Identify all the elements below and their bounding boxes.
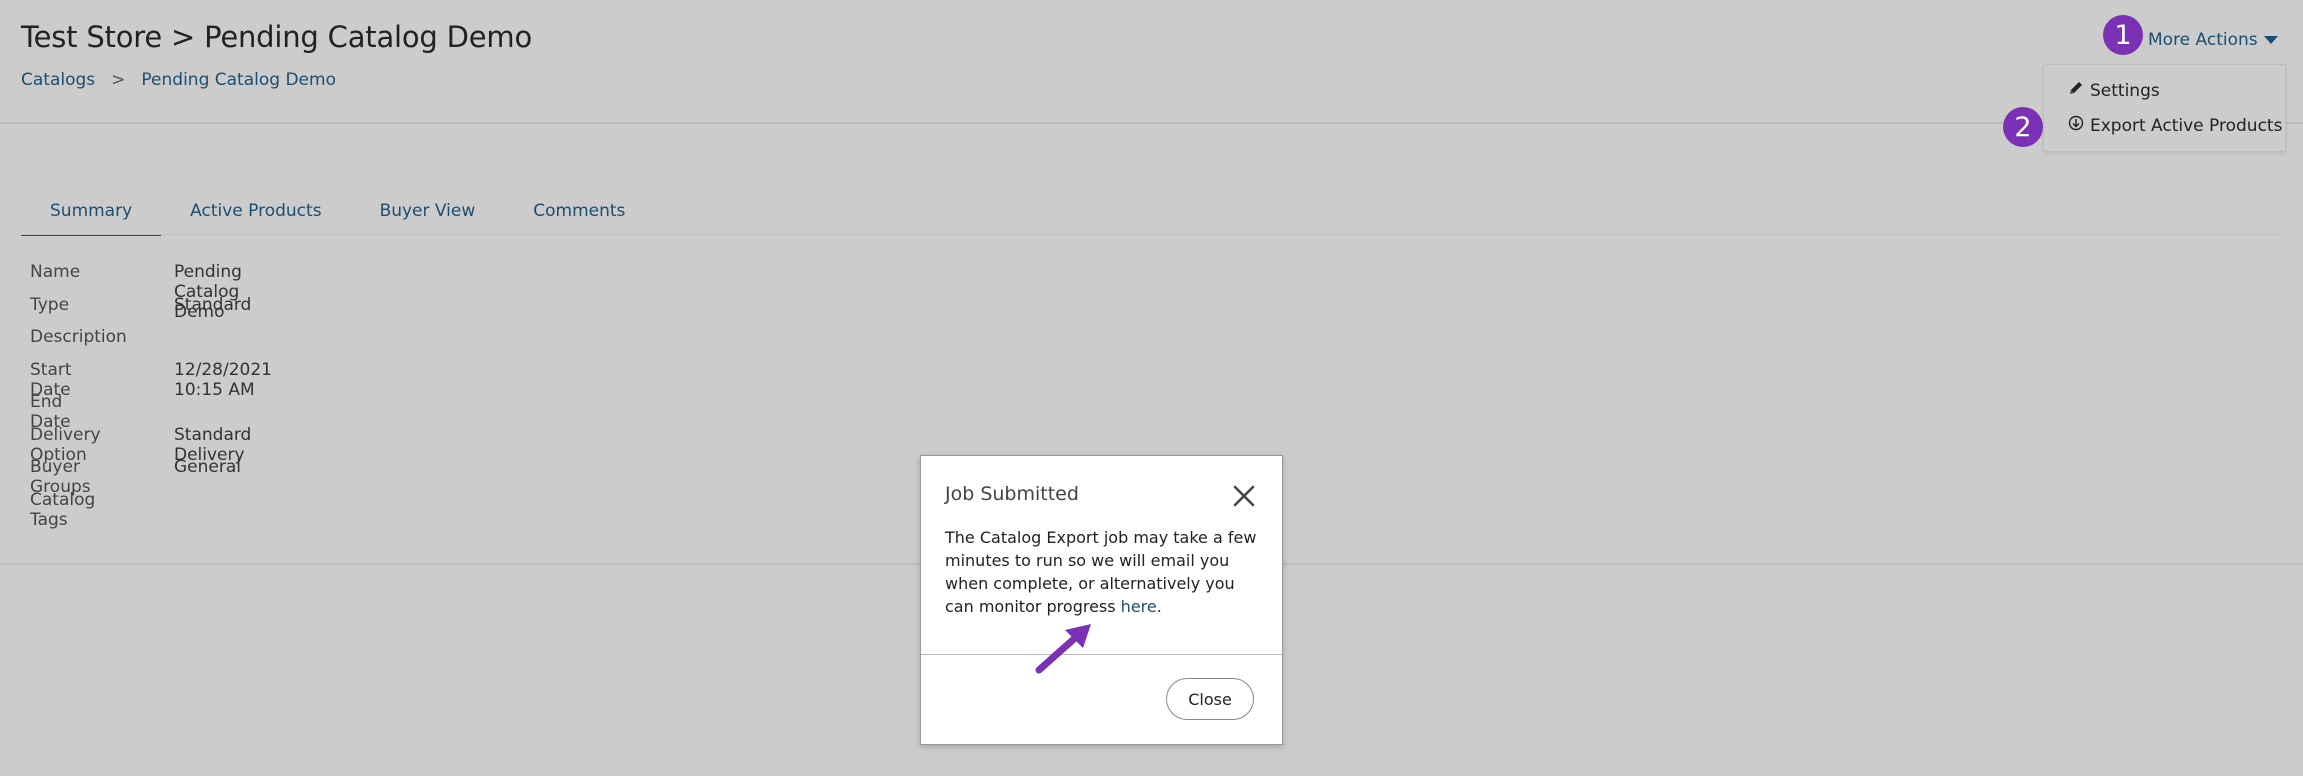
download-circle-icon — [2068, 115, 2084, 136]
page: Test Store > Pending Catalog Demo Catalo… — [0, 0, 2303, 776]
more-actions-label: More Actions — [2148, 30, 2258, 50]
modal-body-end: . — [1156, 597, 1162, 616]
detail-value: 12/28/2021 10:15 AM — [174, 359, 272, 400]
breadcrumb-current-link[interactable]: Pending Catalog Demo — [141, 70, 336, 90]
breadcrumb-catalogs-link[interactable]: Catalogs — [21, 70, 95, 90]
detail-value: Standard — [174, 294, 252, 315]
tab-comments[interactable]: Comments — [504, 196, 654, 234]
modal-title: Job Submitted — [945, 483, 1079, 505]
detail-label: Name — [30, 262, 81, 282]
breadcrumb: Catalogs > Pending Catalog Demo — [21, 70, 336, 90]
modal-divider — [921, 654, 1282, 655]
modal-body-text: The Catalog Export job may take a few mi… — [945, 528, 1257, 616]
menu-item-settings[interactable]: Settings — [2068, 80, 2160, 101]
tab-summary[interactable]: Summary — [21, 196, 162, 236]
more-actions-button[interactable]: More Actions — [2148, 30, 2278, 50]
modal-body: The Catalog Export job may take a few mi… — [945, 526, 1265, 618]
tabs-divider — [21, 234, 2283, 235]
close-button[interactable]: Close — [1166, 678, 1254, 720]
header-divider — [0, 122, 2303, 124]
close-icon[interactable] — [1232, 484, 1256, 508]
tab-buyer-view[interactable]: Buyer View — [351, 196, 505, 234]
menu-item-export-active-products[interactable]: Export Active Products — [2068, 115, 2282, 136]
caret-down-icon — [2263, 36, 2278, 44]
menu-item-export-label: Export Active Products — [2090, 115, 2283, 136]
tab-active-products[interactable]: Active Products — [161, 196, 350, 234]
pencil-icon — [2068, 80, 2084, 101]
annotation-badge-1: 1 — [2103, 15, 2143, 55]
annotation-badge-2: 2 — [2003, 107, 2043, 147]
detail-label: Description — [30, 327, 127, 347]
detail-value: General — [174, 457, 241, 477]
detail-label: Type — [30, 294, 70, 315]
page-title: Test Store > Pending Catalog Demo — [21, 20, 533, 54]
annotation-arrow-icon — [1035, 624, 1091, 674]
monitor-progress-link[interactable]: here — [1121, 597, 1157, 616]
more-actions-dropdown: Settings Export Active Products — [2043, 64, 2286, 152]
tab-bar: Summary Active Products Buyer View Comme… — [21, 196, 654, 236]
menu-item-settings-label: Settings — [2090, 80, 2160, 101]
detail-label: Catalog Tags — [30, 489, 96, 530]
breadcrumb-separator: > — [111, 70, 126, 90]
job-submitted-modal: Job Submitted The Catalog Export job may… — [920, 455, 1283, 745]
